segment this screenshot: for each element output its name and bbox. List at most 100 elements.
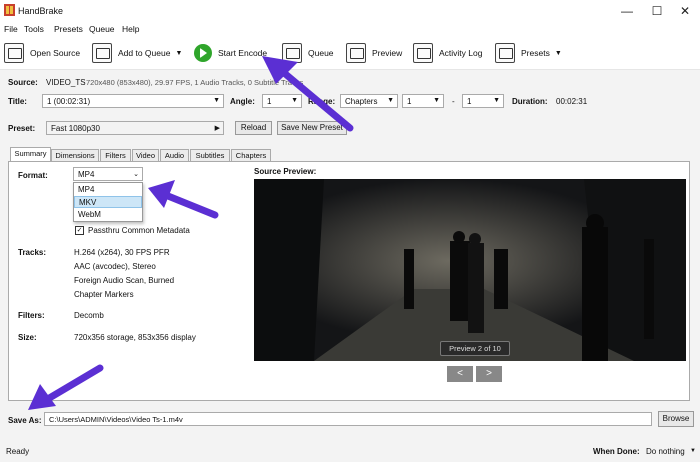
start-encode-button[interactable]: Start Encode	[194, 42, 267, 64]
chapter-start-value: 1	[407, 97, 412, 106]
tab-audio[interactable]: Audio	[160, 149, 189, 161]
open-source-label: Open Source	[30, 48, 81, 58]
chevron-down-icon: ▼	[433, 97, 440, 104]
range-dash: -	[452, 97, 455, 106]
tracks-label: Tracks:	[18, 248, 47, 257]
size-value: 720x356 storage, 853x356 display	[74, 333, 196, 342]
source-preview-image	[254, 179, 686, 361]
chapter-start-select[interactable]: 1 ▼	[402, 94, 444, 108]
save-new-preset-button[interactable]: Save New Preset	[277, 121, 347, 135]
film-icon	[4, 43, 24, 63]
menu-presets[interactable]: Presets	[54, 24, 83, 34]
next-preview-button[interactable]: >	[476, 366, 502, 382]
preview-label: Preview	[372, 48, 403, 58]
save-as-label: Save As:	[8, 416, 42, 425]
queue-button[interactable]: Queue	[282, 42, 334, 64]
title-select[interactable]: 1 (00:02:31) ▼	[42, 94, 224, 108]
format-option-webm[interactable]: WebM	[74, 209, 142, 221]
presets-icon	[495, 43, 515, 63]
range-label: Range:	[308, 97, 336, 106]
chevron-down-icon: ▼	[291, 97, 298, 104]
format-dropdown: MP4 MKV WebM	[73, 182, 143, 222]
add-to-queue-label: Add to Queue	[118, 48, 171, 58]
menu-tools[interactable]: Tools	[24, 24, 44, 34]
passthru-label: Passthru Common Metadata	[88, 226, 190, 235]
maximize-button[interactable]: ☐	[644, 3, 670, 19]
tab-dimensions[interactable]: Dimensions	[51, 149, 99, 161]
chevron-down-icon: ⌄	[133, 171, 139, 178]
minimize-button[interactable]: —	[614, 3, 640, 19]
chapter-end-select[interactable]: 1 ▼	[462, 94, 504, 108]
chevron-down-icon[interactable]: ▼	[690, 448, 696, 454]
chapter-end-value: 1	[467, 97, 472, 106]
chevron-down-icon: ▼	[387, 97, 394, 104]
title-label: Title:	[8, 97, 27, 106]
size-label: Size:	[18, 333, 37, 342]
filters-value: Decomb	[74, 311, 104, 320]
activity-log-button[interactable]: Activity Log	[413, 42, 482, 64]
status-text: Ready	[6, 447, 30, 456]
format-label: Format:	[18, 171, 48, 180]
tab-summary[interactable]: Summary	[10, 147, 51, 162]
activity-log-icon	[413, 43, 433, 63]
presets-label: Presets	[521, 48, 550, 58]
preview-counter-badge: Preview 2 of 10	[440, 341, 510, 356]
source-label: Source:	[8, 78, 38, 87]
preset-select[interactable]: Fast 1080p30 ▶	[46, 121, 224, 135]
duration-label: Duration:	[512, 97, 548, 106]
previous-preview-button[interactable]: <	[447, 366, 473, 382]
open-source-button[interactable]: Open Source	[4, 42, 80, 64]
handbrake-logo-icon	[4, 4, 15, 16]
chevron-down-icon: ▼	[493, 97, 500, 104]
source-preview-label: Source Preview:	[254, 167, 317, 176]
format-select[interactable]: MP4 ⌄	[73, 167, 143, 181]
track-audio: AAC (avcodec), Stereo	[74, 262, 156, 271]
browse-button[interactable]: Browse	[658, 411, 694, 427]
preset-select-value: Fast 1080p30	[51, 124, 100, 133]
track-subtitle: Foreign Audio Scan, Burned	[74, 276, 175, 285]
close-button[interactable]: ✕	[672, 3, 698, 19]
presets-button[interactable]: Presets ▼	[495, 42, 562, 64]
format-select-value: MP4	[78, 170, 95, 179]
when-done-label: When Done:	[593, 447, 640, 456]
chevron-right-icon: ▶	[214, 125, 220, 132]
menu-file[interactable]: File	[4, 24, 18, 34]
queue-icon	[282, 43, 302, 63]
source-info: 720x480 (853x480), 29.97 FPS, 1 Audio Tr…	[86, 78, 304, 87]
preview-icon	[346, 43, 366, 63]
angle-select[interactable]: 1 ▼	[262, 94, 302, 108]
track-chapters: Chapter Markers	[74, 290, 134, 299]
queue-label: Queue	[308, 48, 334, 58]
preset-label: Preset:	[8, 124, 36, 133]
reload-button[interactable]: Reload	[235, 121, 272, 135]
passthru-checkbox[interactable]: ✓	[75, 226, 84, 235]
tab-video[interactable]: Video	[132, 149, 159, 161]
angle-label: Angle:	[230, 97, 255, 106]
when-done-select[interactable]: Do nothing	[646, 447, 685, 456]
play-icon	[194, 44, 212, 62]
window-title: HandBrake	[18, 6, 64, 16]
start-encode-label: Start Encode	[218, 48, 268, 58]
chevron-down-icon[interactable]: ▼	[555, 50, 562, 57]
range-select[interactable]: Chapters ▼	[340, 94, 398, 108]
menu-help[interactable]: Help	[122, 24, 139, 34]
add-to-queue-button[interactable]: Add to Queue ▼	[92, 42, 182, 64]
chevron-down-icon: ▼	[213, 97, 220, 104]
range-select-value: Chapters	[345, 97, 378, 106]
filters-label: Filters:	[18, 311, 45, 320]
preview-button[interactable]: Preview	[346, 42, 402, 64]
format-option-mp4[interactable]: MP4	[74, 184, 142, 196]
title-select-value: 1 (00:02:31)	[47, 97, 91, 106]
menu-bar: File Tools Presets Queue Help	[0, 22, 700, 36]
duration-value: 00:02:31	[556, 97, 588, 106]
tab-chapters[interactable]: Chapters	[231, 149, 271, 161]
format-option-mkv[interactable]: MKV	[74, 196, 142, 208]
chevron-down-icon[interactable]: ▼	[175, 50, 182, 57]
add-queue-icon	[92, 43, 112, 63]
save-as-input[interactable]: C:\Users\ADMIN\Videos\Video Ts-1.m4v	[44, 412, 652, 426]
menu-queue[interactable]: Queue	[89, 24, 115, 34]
angle-select-value: 1	[267, 97, 272, 106]
source-name: VIDEO_TS	[46, 78, 86, 87]
tab-filters[interactable]: Filters	[100, 149, 131, 161]
tab-subtitles[interactable]: Subtitles	[190, 149, 230, 161]
